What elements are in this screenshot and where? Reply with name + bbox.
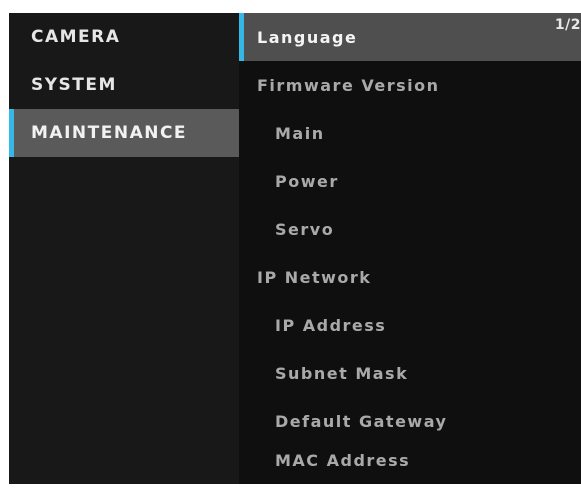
category-item-maintenance[interactable]: MAINTENANCE: [9, 109, 239, 157]
selection-indicator: [239, 13, 244, 61]
category-item-label: MAINTENANCE: [31, 123, 188, 143]
menu-item-label: MAC Address: [275, 450, 411, 470]
menu-item-label: IP Address: [275, 315, 387, 335]
menu-item-subnet-mask[interactable]: Subnet Mask: [239, 349, 581, 397]
menu-item-label: Main: [275, 123, 325, 143]
menu-item-label: Subnet Mask: [275, 363, 409, 383]
settings-menu: Language 1/2 Firmware Version Main Power…: [239, 13, 581, 484]
maintenance-menu-screen: CAMERA SYSTEM MAINTENANCE Language 1/2 F…: [9, 13, 581, 484]
selection-indicator: [9, 109, 14, 157]
menu-item-label: Servo: [275, 219, 335, 239]
category-item-label: CAMERA: [31, 27, 121, 47]
menu-item-power[interactable]: Power: [239, 157, 581, 205]
menu-item-label: Power: [275, 171, 339, 191]
category-menu: CAMERA SYSTEM MAINTENANCE: [9, 13, 239, 484]
menu-item-language[interactable]: Language 1/2: [239, 13, 581, 61]
menu-item-firmware-version[interactable]: Firmware Version: [239, 61, 581, 109]
menu-item-label: Firmware Version: [257, 75, 440, 95]
menu-item-mac-address[interactable]: MAC Address: [239, 436, 581, 484]
menu-item-label: Language: [257, 27, 358, 47]
menu-item-main[interactable]: Main: [239, 109, 581, 157]
menu-item-label: Default Gateway: [275, 411, 448, 431]
menu-item-servo[interactable]: Servo: [239, 205, 581, 253]
menu-item-label: IP Network: [257, 267, 372, 287]
category-item-camera[interactable]: CAMERA: [9, 13, 239, 61]
menu-item-ip-network[interactable]: IP Network: [239, 253, 581, 301]
category-item-system[interactable]: SYSTEM: [9, 61, 239, 109]
category-item-label: SYSTEM: [31, 75, 117, 95]
page-indicator: 1/2: [554, 17, 581, 33]
menu-item-ip-address[interactable]: IP Address: [239, 301, 581, 349]
